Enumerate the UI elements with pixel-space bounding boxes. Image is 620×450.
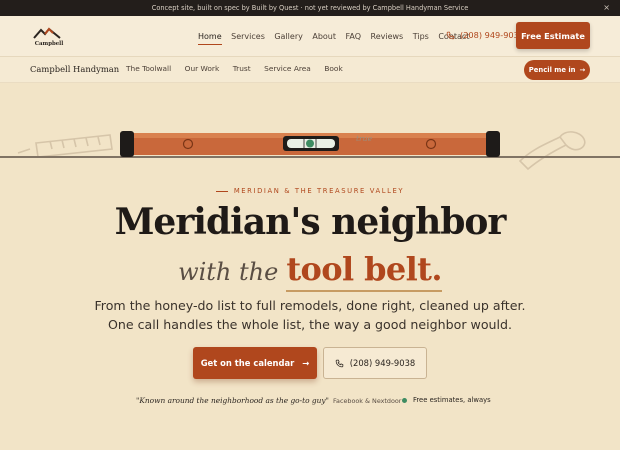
nav-faq[interactable]: FAQ <box>346 32 362 41</box>
hero-subheadline: with the tool belt. <box>0 250 620 292</box>
call-phone-number: (208) 949-9038 <box>349 358 416 368</box>
subnav-our-work[interactable]: Our Work <box>185 64 220 73</box>
site-header: Campbell Home Services Gallery About FAQ… <box>0 16 620 57</box>
eyebrow-text: MERIDIAN & THE TREASURE VALLEY <box>233 187 405 195</box>
main-nav: Home Services Gallery About FAQ Reviews … <box>198 16 479 57</box>
spirit-level-icon <box>120 131 500 157</box>
secondary-nav: Campbell Handyman The Toolwall Our Work … <box>0 57 620 83</box>
subnav-toolwall[interactable]: The Toolwall <box>126 64 171 73</box>
hero-description: From the honey-do list to full remodels,… <box>0 296 620 334</box>
arrow-right-icon: → <box>579 66 586 74</box>
nav-tips[interactable]: Tips <box>413 32 429 41</box>
call-phone-button[interactable]: (208) 949-9038 <box>323 347 427 379</box>
free-estimates-text: Free estimates, always <box>413 396 491 404</box>
hero-headline: Meridian's neighbor <box>114 201 507 243</box>
description-line-2: One call handles the whole list, the way… <box>107 317 513 332</box>
subnav-book[interactable]: Book <box>324 64 342 73</box>
nav-reviews[interactable]: Reviews <box>371 32 404 41</box>
arrow-right-icon: → <box>302 358 310 368</box>
logo-text: Campbell <box>34 41 64 47</box>
subnav-service-area[interactable]: Service Area <box>264 64 311 73</box>
free-estimates-note: Free estimates, always <box>402 396 491 404</box>
hero-eyebrow: MERIDIAN & THE TREASURE VALLEY <box>0 187 620 195</box>
eyebrow-dash <box>215 190 228 192</box>
phone-icon <box>335 359 343 367</box>
subnav-trust[interactable]: Trust <box>233 64 251 73</box>
nav-gallery[interactable]: Gallery <box>274 32 303 41</box>
nav-about[interactable]: About <box>312 32 336 41</box>
close-icon[interactable]: × <box>603 2 610 14</box>
testimonial-source: Facebook & Nextdoor <box>332 396 402 405</box>
header-phone-number: (208) 949-9038 <box>460 30 525 40</box>
phone-icon <box>446 31 455 39</box>
get-on-calendar-label: Get on the calendar <box>200 358 295 368</box>
announcement-bar: Concept site, built on spec by Built by … <box>0 0 620 16</box>
pencil-me-in-label: Pencil me in <box>528 66 576 74</box>
header-phone-link[interactable]: (208) 949-9038 <box>446 30 524 40</box>
description-line-1: From the honey-do list to full remodels,… <box>94 298 526 313</box>
pencil-me-in-button[interactable]: Pencil me in → <box>524 60 590 80</box>
subheadline-prefix: with the <box>178 258 279 286</box>
brand-name[interactable]: Campbell Handyman <box>30 64 119 74</box>
logo[interactable]: Campbell <box>32 26 64 52</box>
house-roof-icon <box>33 27 61 39</box>
social-proof: "Known around the neighborhood as the go… <box>136 396 401 405</box>
nav-services[interactable]: Services <box>231 32 265 41</box>
subheadline-accent: tool belt. <box>286 250 443 292</box>
hero-section: true MERIDIAN & THE TREASURE VALLEY Meri… <box>0 83 620 450</box>
status-dot-icon <box>402 397 407 403</box>
announcement-text: Concept site, built on spec by Built by … <box>151 4 469 12</box>
secondary-nav-links: The Toolwall Our Work Trust Service Area… <box>126 64 356 73</box>
level-true-label: true <box>356 134 373 143</box>
free-estimate-button[interactable]: Free Estimate <box>516 22 590 49</box>
testimonial-quote: "Known around the neighborhood as the go… <box>136 396 329 405</box>
get-on-calendar-button[interactable]: Get on the calendar → <box>193 347 317 379</box>
nav-home[interactable]: Home <box>198 32 222 45</box>
